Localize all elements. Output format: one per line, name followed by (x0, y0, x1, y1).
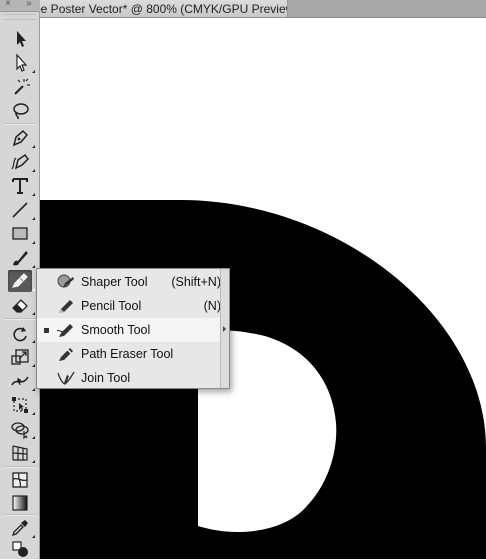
document-tab-title: ...be Poster Vector* @ 800% (CMYK/GPU Pr… (40, 2, 288, 16)
flyout-indicator (32, 460, 35, 463)
width-tool[interactable] (8, 370, 35, 392)
flyout-indicator (32, 145, 35, 148)
eyedropper-tool[interactable] (8, 517, 35, 539)
flyout-indicator (32, 412, 35, 415)
tool-separator (4, 466, 36, 468)
path-eraser-icon (59, 348, 73, 361)
type-t-icon (12, 178, 28, 194)
line-segment-icon (12, 202, 28, 218)
flyout-indicator (32, 217, 35, 220)
flyout-indicator (32, 193, 35, 196)
flyout-indicator (32, 288, 35, 291)
eraser-tool[interactable] (8, 294, 35, 316)
join-icon (57, 371, 75, 385)
free-transform-tool[interactable] (8, 394, 35, 416)
pencil-icon (59, 300, 73, 313)
flyout-indicator (32, 312, 35, 315)
flyout-indicator (32, 436, 35, 439)
menu-item-label: Smooth Tool (81, 323, 151, 337)
flyout-indicator (32, 241, 35, 244)
rotate-tool[interactable] (8, 322, 35, 344)
selection-tool[interactable] (8, 28, 32, 50)
shaper-tool-active[interactable] (8, 270, 35, 292)
pencil-icon (12, 273, 28, 288)
flyout-tearoff-strip[interactable] (220, 269, 229, 388)
width-icon (11, 376, 29, 386)
panel-grip[interactable] (3, 14, 36, 20)
flyout-indicator (32, 388, 35, 391)
pen-icon (12, 129, 29, 147)
tools-panel-header[interactable]: × » (0, 0, 40, 12)
menu-item-path-eraser-tool[interactable]: Path Eraser Tool (37, 342, 221, 366)
tearoff-arrow-icon (223, 326, 226, 332)
close-icon[interactable]: × (5, 0, 11, 9)
menu-item-label: Pencil Tool (81, 299, 142, 313)
paintbrush-tool[interactable] (8, 247, 35, 269)
eyedropper-icon (11, 520, 28, 537)
shape-builder-tool[interactable] (8, 418, 35, 440)
flyout-indicator (32, 340, 35, 343)
flyout-indicator (32, 169, 35, 172)
menu-item-shortcut: (Shift+N) (171, 275, 221, 289)
menu-item-label: Path Eraser Tool (81, 347, 174, 361)
magic-wand-icon (14, 78, 30, 95)
mesh-tool[interactable] (8, 469, 32, 491)
flyout-indicator (32, 535, 35, 538)
direct-selection-tool[interactable] (8, 52, 35, 74)
tool-separator (4, 123, 36, 125)
blend-tool[interactable] (8, 538, 32, 560)
eraser-icon (12, 299, 28, 313)
rectangle-tool[interactable] (8, 223, 35, 245)
shaper-icon (57, 274, 74, 288)
menu-item-join-tool[interactable]: Join Tool (37, 366, 221, 390)
smooth-icon (56, 324, 73, 337)
tool-separator (4, 318, 36, 320)
menu-item-shortcut: (N) (203, 299, 221, 313)
collapse-icon[interactable]: » (26, 0, 32, 9)
tool-separator (4, 514, 36, 516)
lasso-icon (13, 103, 29, 120)
direct-selection-icon (16, 53, 28, 72)
free-transform-icon (12, 397, 28, 413)
blend-icon (12, 541, 28, 557)
flyout-indicator (32, 364, 35, 367)
rectangle-icon (12, 227, 28, 240)
mesh-icon (12, 472, 28, 488)
gradient-tool[interactable] (8, 492, 32, 514)
lasso-tool[interactable] (8, 100, 32, 122)
tools-panel: × » (0, 0, 40, 559)
flyout-indicator (32, 265, 35, 268)
menu-item-label: Shaper Tool (81, 275, 148, 289)
menu-item-pencil-tool[interactable]: Pencil Tool (N) (37, 294, 221, 318)
line-segment-tool[interactable] (8, 199, 35, 221)
shape-builder-icon (11, 422, 29, 439)
pencil-tools-flyout-menu: Shaper Tool (Shift+N) Pencil Tool (N) Sm… (36, 268, 230, 389)
menu-item-shaper-tool[interactable]: Shaper Tool (Shift+N) (37, 270, 221, 294)
scale-icon (11, 349, 29, 365)
paintbrush-icon (13, 251, 28, 266)
gradient-icon (12, 495, 28, 511)
curvature-tool[interactable] (8, 151, 35, 173)
rotate-icon (13, 327, 27, 342)
pen-tool[interactable] (8, 127, 35, 149)
document-tab[interactable]: ...be Poster Vector* @ 800% (CMYK/GPU Pr… (40, 0, 288, 18)
tab-bar-empty (288, 0, 486, 18)
scale-tool[interactable] (8, 346, 35, 368)
selection-arrow-icon (17, 31, 26, 47)
menu-item-label: Join Tool (81, 371, 131, 385)
perspective-grid-tool[interactable] (8, 442, 35, 464)
type-tool[interactable] (8, 175, 35, 197)
magic-wand-tool[interactable] (8, 76, 32, 98)
perspective-grid-icon (12, 445, 28, 461)
current-tool-bullet (44, 328, 49, 333)
menu-item-smooth-tool[interactable]: Smooth Tool (37, 318, 221, 342)
curvature-pen-icon (11, 153, 29, 170)
flyout-indicator (32, 70, 35, 73)
